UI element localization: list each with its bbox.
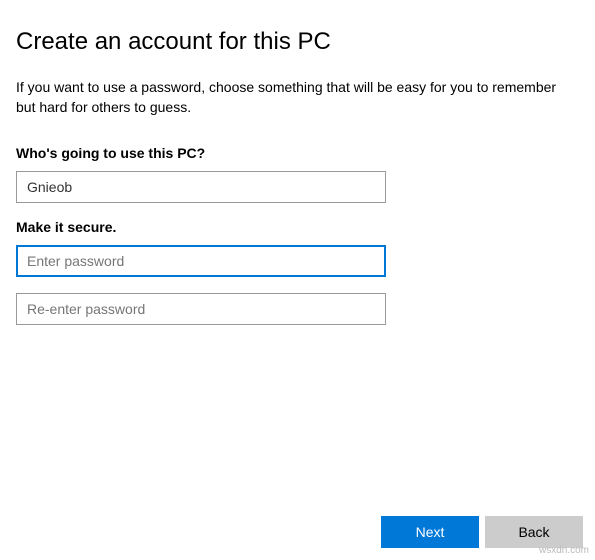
password-section-label: Make it secure. bbox=[16, 219, 579, 235]
footer-buttons: Next Back bbox=[381, 516, 583, 548]
password-input[interactable] bbox=[16, 245, 386, 277]
confirm-password-input[interactable] bbox=[16, 293, 386, 325]
username-input[interactable] bbox=[16, 171, 386, 203]
back-button[interactable]: Back bbox=[485, 516, 583, 548]
next-button[interactable]: Next bbox=[381, 516, 479, 548]
page-title: Create an account for this PC bbox=[16, 28, 579, 56]
username-section-label: Who's going to use this PC? bbox=[16, 145, 579, 161]
setup-form: Create an account for this PC If you wan… bbox=[0, 0, 595, 325]
page-description: If you want to use a password, choose so… bbox=[16, 78, 579, 117]
